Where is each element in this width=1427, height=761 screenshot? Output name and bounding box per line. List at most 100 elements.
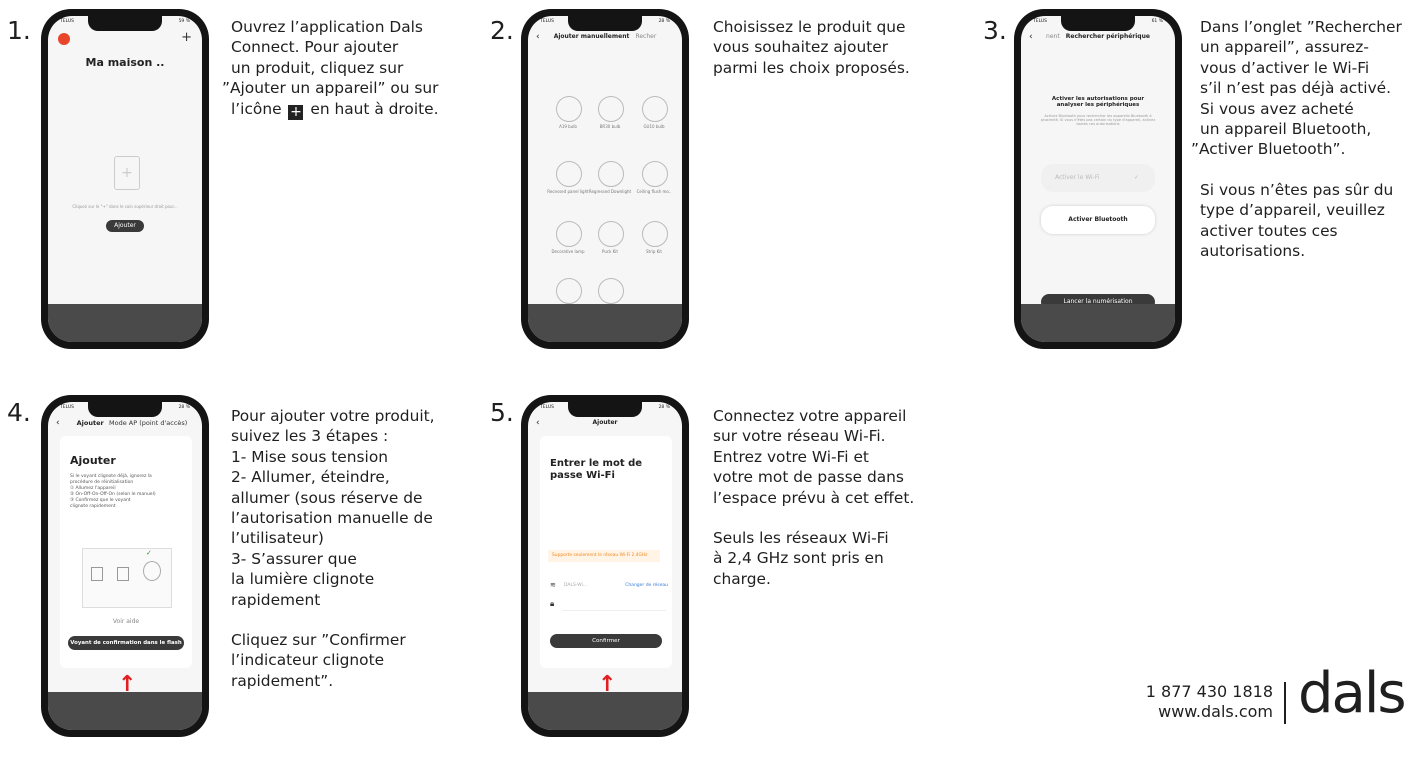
confirm-button[interactable]: Confirmer (550, 634, 662, 648)
step-number: 1. (7, 16, 31, 45)
step-number: 3. (983, 16, 1007, 45)
phone-screen: TELUS 10:08 61 % ‹ nent Rechercher périp… (1021, 16, 1175, 342)
illustration-panel: ✓ (82, 548, 172, 608)
back-icon[interactable]: ‹ (536, 416, 540, 430)
confirm-flash-button[interactable]: Voyant de confirmation dans le flash (68, 636, 184, 650)
phone-mockup-product-list: TELUS 12:40 28 % ‹ Ajouter manuellement … (521, 9, 689, 349)
phone-notch (1061, 16, 1135, 31)
permissions-heading: Activer les autorisations pour analyser … (1051, 96, 1145, 108)
screen-bottom-dark (48, 692, 202, 730)
phone-screen: TELUS 10:05 59 % + Ma maison .. + Clique… (48, 16, 202, 342)
check-icon: ✓ (146, 549, 152, 557)
instruction-card: Ajouter Si le voyant clignote déjà, igno… (60, 436, 192, 668)
card-instructions: Si le voyant clignote déjà, ignorez la p… (70, 474, 156, 509)
puck-icon[interactable] (598, 221, 624, 247)
product-label: GU10 bulb (643, 124, 665, 129)
step-number: 2. (490, 16, 514, 45)
empty-hint: Cliquez sur le "+" dans le coin supérieu… (72, 204, 178, 209)
phone-mockup-wifi-password: TELUS 12:41 28 % ‹ Ajouter Entrer le mot… (521, 395, 689, 737)
back-icon[interactable]: ‹ (1029, 30, 1033, 44)
screen-bottom-dark (1021, 304, 1175, 342)
enable-wifi-button[interactable]: Activer le Wi-Fi ✓ (1041, 164, 1155, 192)
screen-bottom-dark (48, 304, 202, 342)
product-label: Puck Kit (602, 249, 618, 254)
step-description: Connectez votre appareil sur votre résea… (713, 407, 915, 588)
phone-screen: TELUS 12:41 28 % ‹ Ajouter Mode AP (poin… (48, 402, 202, 730)
permissions-body: Activez Bluetooth pour rechercher les ap… (1040, 114, 1156, 126)
lock-icon: 🔒︎ (550, 599, 555, 608)
app-logo-icon (58, 33, 70, 45)
product-label: Recessed panel light (547, 189, 589, 194)
card-title: Entrer le mot de passe Wi-Fi (550, 458, 643, 481)
tab-ap-mode[interactable]: Mode AP (point d'accès) (109, 419, 187, 427)
step-description: Choisissez le produit que vous souhaitez… (713, 18, 910, 77)
footer-divider (1284, 682, 1286, 724)
website[interactable]: www.dals.com (1146, 702, 1273, 722)
lamp-icon[interactable] (556, 221, 582, 247)
brand-logo: dals (1298, 661, 1407, 726)
bulb-icon[interactable] (598, 96, 624, 122)
downlight-icon[interactable] (598, 161, 624, 187)
contact-info: 1 877 430 1818 www.dals.com (1146, 682, 1273, 722)
phone-mockup-home: TELUS 10:05 59 % + Ma maison .. + Clique… (41, 9, 209, 349)
phone-notch (568, 16, 642, 31)
phone-mockup-permissions: TELUS 10:08 61 % ‹ nent Rechercher périp… (1014, 9, 1182, 349)
step-description: Pour ajouter votre produit, suivez les 3… (231, 407, 435, 690)
nav-title: Ajouter (592, 419, 618, 426)
outlet-icon (91, 567, 103, 581)
phone-notch (88, 16, 162, 31)
screen-bottom-dark (528, 692, 682, 730)
screen-bottom-dark (528, 304, 682, 342)
bulb-icon[interactable] (556, 96, 582, 122)
check-icon: ✓ (1133, 174, 1139, 181)
panel-light-icon[interactable] (556, 161, 582, 187)
product-label: Decorative lamp (551, 249, 585, 254)
enable-bluetooth-button[interactable]: Activer Bluetooth (1041, 206, 1155, 234)
product-label: BR30 bulb (599, 124, 621, 129)
bulb-icon (143, 561, 161, 581)
phone-number: 1 877 430 1818 (1145, 682, 1273, 701)
plus-icon[interactable]: + (181, 30, 192, 45)
tab-add[interactable]: Ajouter (77, 419, 104, 427)
switch-icon (117, 567, 129, 581)
strip-icon[interactable] (642, 221, 668, 247)
tab-manual[interactable]: nent (1046, 33, 1060, 40)
step-description: Ouvrez l’application Dals Connect. Pour … (222, 18, 439, 120)
tab-manual[interactable]: Ajouter manuellement (554, 33, 630, 40)
product-label: Strip Kit (646, 249, 662, 254)
bulb-icon[interactable] (642, 96, 668, 122)
password-field[interactable] (562, 604, 666, 611)
back-icon[interactable]: ‹ (56, 416, 60, 430)
add-button[interactable]: Ajouter (106, 220, 144, 232)
product-label: Regressed Downlight (588, 189, 632, 194)
help-link[interactable]: Voir aide (60, 618, 192, 625)
step-number: 4. (7, 398, 31, 427)
phone-mockup-ap-mode: TELUS 12:41 28 % ‹ Ajouter Mode AP (poin… (41, 395, 209, 737)
phone-screen: TELUS 12:40 28 % ‹ Ajouter manuellement … (528, 16, 682, 342)
wifi-icon: ≋ (550, 581, 556, 589)
product-label: Ceiling flush mo.. (636, 189, 672, 194)
step-number: 5. (490, 398, 514, 427)
phone-notch (88, 402, 162, 417)
nav-bar: ‹ nent Rechercher périphérique (1021, 30, 1175, 44)
empty-file-icon: + (114, 156, 140, 190)
home-title: Ma maison .. (85, 56, 165, 69)
plus-icon: + (288, 103, 304, 120)
phone-screen: TELUS 12:41 28 % ‹ Ajouter Entrer le mot… (528, 402, 682, 730)
network-name: DALS-Wi... (564, 583, 588, 588)
card-title: Ajouter (70, 454, 116, 467)
nav-bar: ‹ Ajouter Mode AP (point d'accès) (48, 416, 202, 430)
strip-outdoor-icon[interactable] (556, 278, 582, 304)
back-icon[interactable]: ‹ (536, 30, 540, 44)
ceiling-light-icon[interactable] (642, 161, 668, 187)
product-label: A19 bulb (559, 124, 577, 129)
tab-search[interactable]: Rechercher périphérique (1066, 33, 1150, 40)
step-description: Dans l’onglet ”Rechercher un appareil”, … (1191, 18, 1402, 261)
strip-indoor-icon[interactable] (598, 278, 624, 304)
wifi-card: Entrer le mot de passe Wi-Fi Supporte se… (540, 436, 672, 668)
nav-bar: ‹ Ajouter (528, 416, 682, 430)
nav-bar: ‹ Ajouter manuellement Recher (528, 30, 682, 44)
change-network-link[interactable]: Changer de réseau (625, 583, 668, 588)
tab-search[interactable]: Recher (635, 33, 656, 40)
wifi-warning: Supporte seulement le réseau Wi-Fi 2.4GH… (548, 550, 660, 562)
